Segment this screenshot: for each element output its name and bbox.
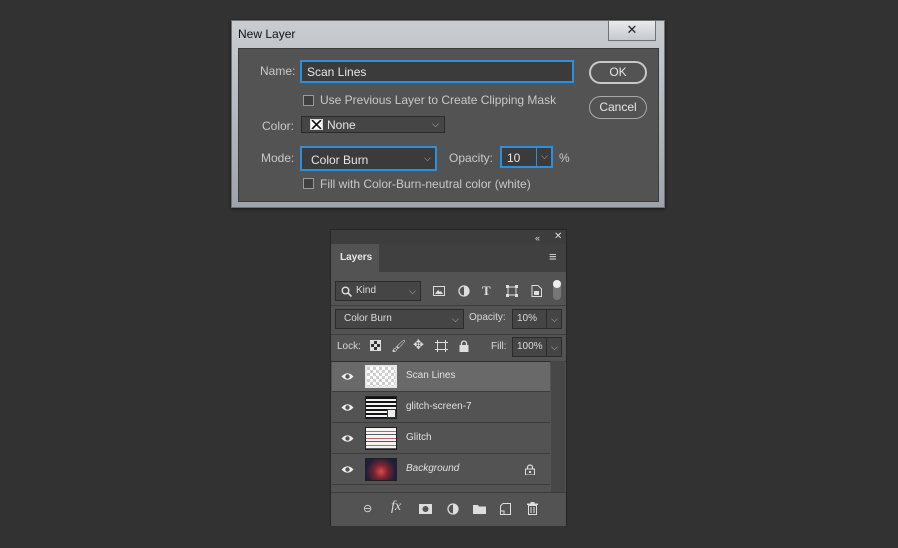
fill-value: 100% bbox=[517, 341, 543, 352]
panel-header: « ✕ bbox=[331, 230, 566, 244]
name-label: Name: bbox=[260, 64, 296, 78]
opacity-value: 10 bbox=[507, 151, 521, 165]
clipping-mask-label: Use Previous Layer to Create Clipping Ma… bbox=[320, 93, 557, 107]
color-select[interactable]: None ⌵ bbox=[301, 116, 445, 133]
fill-neutral-checkbox[interactable] bbox=[303, 178, 314, 189]
layers-toolbar: ⊖ fx bbox=[331, 492, 566, 526]
close-button[interactable]: ✕ bbox=[608, 21, 656, 41]
smart-object-badge-icon bbox=[387, 409, 396, 418]
mode-select[interactable]: Color Burn ⌵ bbox=[300, 146, 437, 171]
shape-layer-filter-icon[interactable] bbox=[506, 285, 518, 297]
ok-button[interactable]: OK bbox=[589, 61, 647, 84]
clipping-mask-checkbox[interactable] bbox=[303, 95, 314, 106]
dialog-body: Name: Scan Lines Use Previous Layer to C… bbox=[238, 48, 659, 202]
new-layer-dialog: New Layer ✕ Name: Scan Lines Use Previou… bbox=[231, 20, 665, 208]
layer-name: glitch-screen-7 bbox=[406, 401, 472, 412]
chevron-down-icon: ⌵ bbox=[424, 153, 431, 163]
eye-icon[interactable] bbox=[341, 463, 354, 476]
opacity-label: Opacity: bbox=[449, 151, 494, 165]
blend-mode-select[interactable]: Color Burn ⌵ bbox=[335, 309, 464, 329]
layer-opacity-input[interactable]: 10% ⌵ bbox=[512, 309, 562, 329]
filter-toggle-knob bbox=[553, 280, 561, 288]
filter-kind-value: Kind bbox=[356, 285, 377, 296]
link-layers-icon[interactable]: ⊖ bbox=[363, 502, 372, 516]
trash-icon[interactable] bbox=[527, 502, 538, 515]
chevron-down-icon[interactable]: ⌵ bbox=[551, 338, 558, 356]
close-icon[interactable]: ✕ bbox=[554, 230, 562, 244]
layer-row-glitch-screen-7[interactable]: glitch-screen-7 bbox=[332, 393, 550, 423]
opacity-input[interactable]: 10 ⌵ bbox=[500, 146, 553, 168]
filter-kind-select[interactable]: Kind ⌵ bbox=[335, 281, 421, 301]
x-mark bbox=[311, 120, 322, 129]
blend-mode-value: Color Burn bbox=[344, 313, 392, 324]
search-icon bbox=[341, 286, 352, 297]
layer-row-glitch[interactable]: Glitch bbox=[332, 424, 550, 454]
chevron-down-icon: ⌵ bbox=[409, 286, 416, 296]
add-mask-icon[interactable] bbox=[419, 504, 432, 514]
eye-icon[interactable] bbox=[341, 432, 354, 445]
type-layer-filter-icon[interactable]: T bbox=[482, 284, 491, 298]
layer-thumbnail bbox=[365, 396, 397, 419]
lock-transparent-pixels-icon[interactable] bbox=[370, 340, 381, 351]
name-input[interactable]: Scan Lines bbox=[300, 60, 574, 83]
chevron-down-icon[interactable]: ⌵ bbox=[541, 151, 548, 162]
layer-thumbnail bbox=[365, 458, 397, 481]
mode-value: Color Burn bbox=[311, 153, 369, 167]
dialog-title: New Layer bbox=[238, 27, 296, 41]
cancel-button[interactable]: Cancel bbox=[589, 96, 647, 119]
mode-label: Mode: bbox=[261, 151, 295, 165]
tab-layers[interactable]: Layers bbox=[331, 244, 379, 272]
lock-icon bbox=[525, 464, 535, 475]
layer-row-background[interactable]: Background bbox=[332, 455, 550, 485]
new-group-folder-icon[interactable] bbox=[473, 504, 486, 514]
new-layer-icon[interactable] bbox=[500, 503, 511, 515]
lock-label: Lock: bbox=[337, 341, 361, 352]
stepper-divider bbox=[546, 338, 547, 356]
color-label: Color: bbox=[262, 119, 295, 133]
layers-scrollbar[interactable] bbox=[551, 361, 565, 492]
lock-image-pixels-icon[interactable]: 🖌 bbox=[391, 339, 406, 353]
fill-input[interactable]: 100% ⌵ bbox=[512, 337, 562, 357]
layer-opacity-label: Opacity: bbox=[469, 312, 506, 323]
chevron-down-icon: ⌵ bbox=[432, 119, 439, 129]
layer-opacity-value: 10% bbox=[517, 313, 538, 324]
lock-all-icon[interactable] bbox=[459, 340, 469, 352]
layers-panel: « ✕ Layers ≡ Kind ⌵ T Color Burn ⌵ Opaci… bbox=[330, 229, 567, 526]
chevron-down-icon[interactable]: ⌵ bbox=[551, 310, 558, 328]
percent-sign: % bbox=[559, 151, 570, 165]
layer-row-scan-lines[interactable]: Scan Lines bbox=[332, 362, 550, 392]
stepper-divider bbox=[536, 148, 537, 166]
fx-icon[interactable]: fx bbox=[391, 500, 401, 514]
layer-name: Scan Lines bbox=[406, 370, 456, 381]
eye-icon[interactable] bbox=[341, 401, 354, 414]
layer-thumbnail bbox=[365, 427, 397, 450]
divider bbox=[331, 334, 566, 335]
stepper-divider bbox=[546, 310, 547, 328]
lock-position-icon[interactable]: ✥ bbox=[413, 338, 424, 352]
tab-bar: Layers ≡ bbox=[331, 244, 566, 272]
fill-neutral-label: Fill with Color-Burn-neutral color (whit… bbox=[320, 177, 531, 191]
pixel-layer-filter-icon[interactable] bbox=[433, 286, 445, 296]
panel-menu-icon[interactable]: ≡ bbox=[549, 250, 557, 264]
layer-thumbnail bbox=[365, 365, 397, 388]
adjustment-layer-filter-icon[interactable] bbox=[458, 285, 470, 297]
divider bbox=[331, 305, 566, 306]
none-color-icon bbox=[310, 119, 323, 130]
eye-icon[interactable] bbox=[341, 370, 354, 383]
filter-toggle[interactable] bbox=[553, 280, 561, 300]
color-value: None bbox=[327, 118, 356, 132]
collapse-icon[interactable]: « bbox=[535, 231, 540, 245]
smart-object-filter-icon[interactable] bbox=[531, 285, 542, 297]
new-adjustment-layer-icon[interactable] bbox=[447, 503, 459, 515]
lock-artboard-icon[interactable] bbox=[435, 340, 448, 352]
fill-label: Fill: bbox=[491, 341, 507, 352]
layer-name: Background bbox=[406, 463, 460, 474]
layer-name: Glitch bbox=[406, 432, 432, 443]
chevron-down-icon: ⌵ bbox=[452, 314, 459, 324]
